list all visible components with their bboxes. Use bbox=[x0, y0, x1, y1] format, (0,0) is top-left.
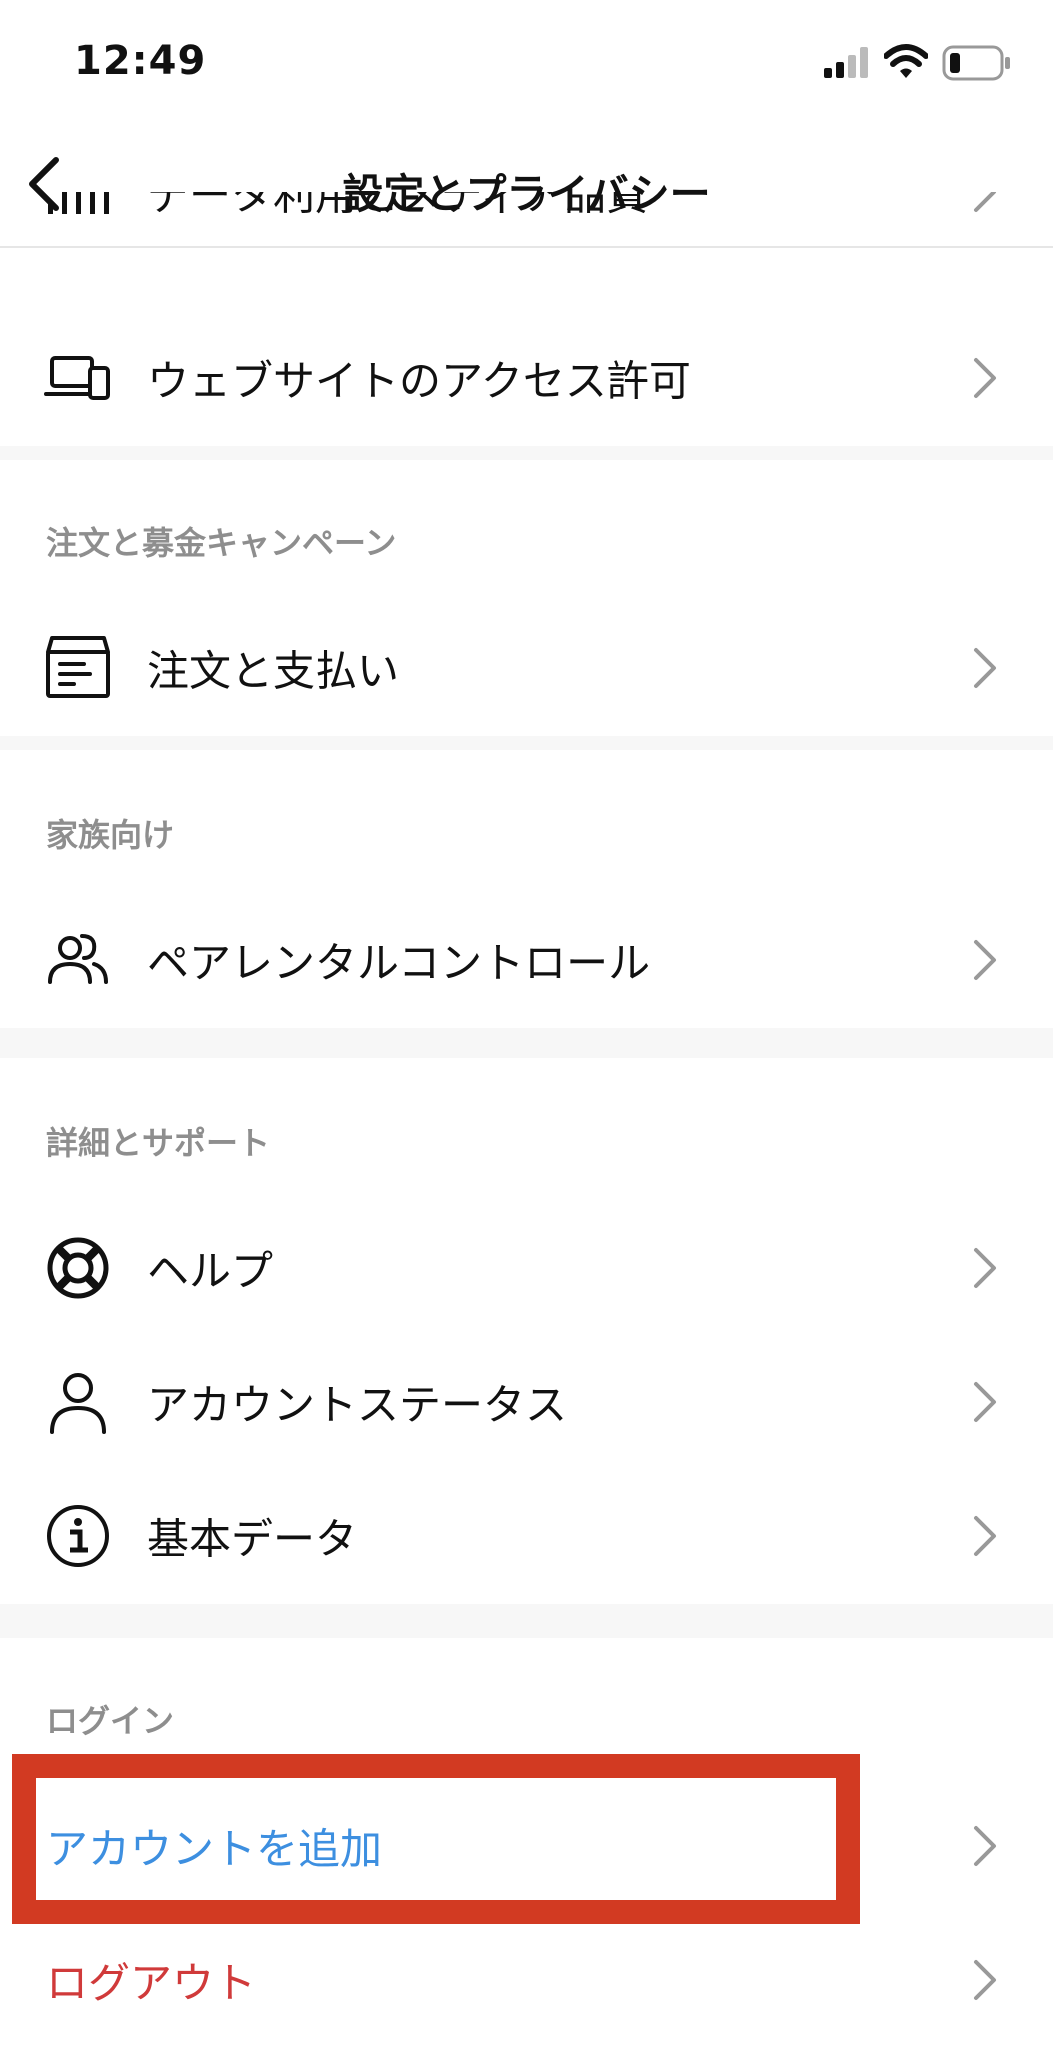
people-icon bbox=[48, 934, 108, 984]
row-label: アカウントステータス bbox=[147, 1380, 568, 1430]
status-time: 12:49 bbox=[74, 38, 207, 84]
orders-box-icon bbox=[46, 636, 110, 698]
person-icon bbox=[50, 1373, 106, 1434]
row-label: ペアレンタルコントロール bbox=[147, 938, 651, 988]
row-label: ヘルプ bbox=[147, 1246, 274, 1296]
header-divider bbox=[0, 246, 1053, 248]
row-label: データ利用とメディア品質 bbox=[147, 192, 649, 220]
row-help[interactable]: ヘルプ bbox=[0, 1208, 1053, 1328]
chevron-right-icon bbox=[974, 1382, 996, 1422]
section-title-support: 詳細とサポート bbox=[46, 1124, 271, 1162]
section-title-family: 家族向け bbox=[46, 816, 175, 854]
section-gap bbox=[0, 1604, 1053, 1638]
chevron-right-icon bbox=[974, 192, 996, 212]
chevron-right-icon bbox=[974, 940, 996, 980]
chevron-right-icon bbox=[974, 1516, 996, 1556]
devices-icon bbox=[44, 356, 110, 400]
logout-link: ログアウト bbox=[46, 1958, 257, 2008]
row-parental-control[interactable]: ペアレンタルコントロール bbox=[0, 900, 1053, 1020]
section-gap bbox=[0, 736, 1053, 750]
lifebuoy-icon bbox=[47, 1237, 109, 1299]
row-account-status[interactable]: アカウントステータス bbox=[0, 1342, 1053, 1462]
section-title-login: ログイン bbox=[46, 1702, 175, 1740]
battery-icon bbox=[942, 45, 1010, 81]
chevron-right-icon bbox=[974, 1826, 996, 1866]
info-icon bbox=[47, 1505, 109, 1567]
chevron-right-icon bbox=[974, 1960, 996, 2000]
chevron-right-icon bbox=[974, 1248, 996, 1288]
row-logout[interactable]: ログアウト bbox=[0, 1920, 1053, 2040]
chevron-right-icon bbox=[974, 648, 996, 688]
section-title-orders: 注文と募金キャンペーン bbox=[46, 524, 397, 562]
row-data-usage[interactable]: データ利用とメディア品質 bbox=[0, 192, 1053, 272]
highlight-box bbox=[12, 1754, 860, 1924]
section-gap bbox=[0, 1028, 1053, 1058]
row-label: 注文と支払い bbox=[147, 646, 400, 696]
wifi-icon bbox=[884, 44, 928, 78]
row-label: 基本データ bbox=[147, 1514, 358, 1564]
signal-icon bbox=[824, 47, 868, 78]
section-gap bbox=[0, 446, 1053, 460]
row-basic-data[interactable]: 基本データ bbox=[0, 1476, 1053, 1596]
row-website-access[interactable]: ウェブサイトのアクセス許可 bbox=[0, 318, 1053, 438]
row-label: ウェブサイトのアクセス許可 bbox=[147, 356, 691, 406]
signal-bars-icon bbox=[48, 192, 109, 214]
chevron-right-icon bbox=[974, 358, 996, 398]
row-orders[interactable]: 注文と支払い bbox=[0, 608, 1053, 728]
